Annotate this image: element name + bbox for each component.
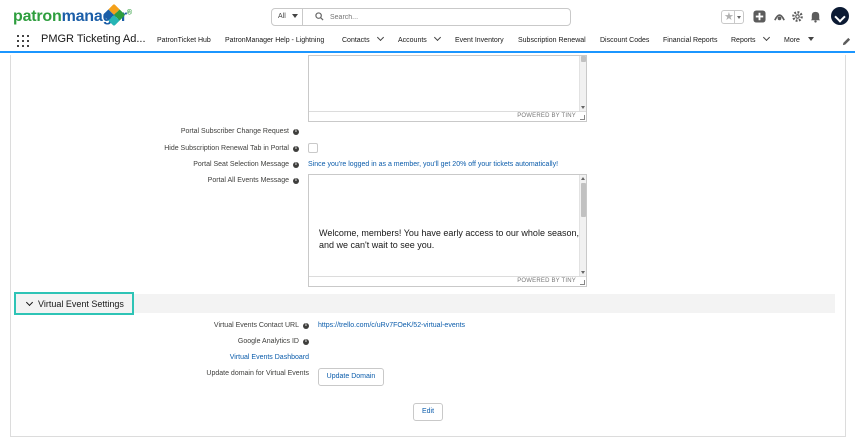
editor-scrollbar[interactable] bbox=[579, 56, 586, 111]
nav-item-accounts[interactable]: Accounts bbox=[398, 33, 441, 44]
virtual-events-dashboard-link[interactable]: Virtual Events Dashboard bbox=[230, 354, 309, 361]
nav-item-label: Discount Codes bbox=[600, 37, 650, 44]
logo-registered-mark: ® bbox=[126, 9, 132, 17]
field-label-hide-subscription-renewal-tab: Hide Subscription Renewal Tab in Portal i bbox=[164, 145, 299, 153]
user-avatar[interactable] bbox=[831, 7, 849, 25]
favorites-list-dropdown[interactable] bbox=[734, 11, 743, 23]
app-name: PMGR Ticketing Ad... bbox=[41, 33, 146, 45]
chevron-down-icon[interactable] bbox=[762, 33, 770, 42]
info-icon[interactable]: i bbox=[293, 178, 299, 184]
editor-body[interactable] bbox=[309, 56, 586, 111]
chevron-down-icon[interactable] bbox=[433, 33, 441, 42]
scroll-down-arrow-icon[interactable] bbox=[581, 106, 585, 109]
virtual-events-contact-url-link[interactable]: https://trello.com/c/uRv7FOeK/52-virtual… bbox=[318, 322, 465, 329]
nav-item-event-inventory[interactable]: Event Inventory bbox=[455, 37, 504, 44]
app-navigation-bar: PMGR Ticketing Ad... PatronTicket Hub Pa… bbox=[0, 32, 855, 53]
field-label-text: Virtual Events Contact URL bbox=[213, 322, 299, 329]
nav-item-financial-reports[interactable]: Financial Reports bbox=[663, 37, 717, 44]
portal-subscriber-message-editor[interactable]: POWERED BY TINY bbox=[308, 55, 587, 122]
field-label-update-domain: Update domain for Virtual Events bbox=[206, 370, 309, 377]
caret-down-icon bbox=[807, 37, 814, 41]
add-icon[interactable] bbox=[753, 10, 766, 23]
search-input[interactable] bbox=[330, 11, 560, 23]
field-label-portal-seat-selection-message: Portal Seat Selection Message i bbox=[193, 161, 299, 169]
powered-by-tiny-label: POWERED BY TINY bbox=[517, 113, 576, 119]
nav-item-label: More bbox=[784, 37, 800, 44]
favorites-button[interactable]: ★ bbox=[721, 10, 744, 24]
nav-item-label: Reports bbox=[731, 37, 756, 44]
editor-content-text[interactable]: Welcome, members! You have early access … bbox=[319, 227, 579, 251]
logo-text-part1: patron bbox=[13, 8, 62, 25]
portal-seat-selection-message-value: Since you're logged in as a member, you'… bbox=[308, 161, 559, 168]
field-label-google-analytics-id: Google Analytics ID i bbox=[238, 338, 309, 346]
star-icon: ★ bbox=[724, 11, 734, 23]
search-scope-label: All bbox=[278, 13, 286, 20]
section-title: Virtual Event Settings bbox=[38, 299, 124, 309]
trailhead-icon[interactable] bbox=[773, 10, 786, 23]
nav-item-label: Financial Reports bbox=[663, 37, 718, 44]
field-label-virtual-events-contact-url: Virtual Events Contact URL i bbox=[214, 322, 309, 330]
search-scope-select[interactable]: All bbox=[272, 9, 303, 25]
notification-bell-icon[interactable] bbox=[809, 10, 822, 23]
nav-item-label: Contacts bbox=[342, 37, 370, 44]
powered-by-tiny-label: POWERED BY TINY bbox=[517, 278, 576, 284]
search-icon bbox=[315, 12, 324, 21]
virtual-event-settings-section-bar bbox=[14, 294, 835, 313]
nav-item-patronmanager-help[interactable]: PatronManager Help - Lightning bbox=[225, 37, 324, 44]
resize-handle-icon[interactable] bbox=[580, 115, 585, 120]
scrollbar-thumb[interactable] bbox=[581, 183, 586, 217]
field-label-text: Portal Seat Selection Message bbox=[193, 161, 289, 168]
hide-subscription-renewal-checkbox[interactable] bbox=[308, 143, 318, 153]
scroll-up-arrow-icon[interactable] bbox=[581, 177, 585, 180]
nav-item-label: Subscription Renewal bbox=[518, 37, 586, 44]
nav-item-contacts[interactable]: Contacts bbox=[342, 33, 384, 44]
field-label-portal-all-events-message: Portal All Events Message i bbox=[208, 177, 299, 185]
nav-item-more[interactable]: More bbox=[784, 37, 814, 44]
nav-item-reports[interactable]: Reports bbox=[731, 33, 770, 44]
field-label-portal-subscriber-change-request: Portal Subscriber Change Request i bbox=[181, 128, 299, 136]
nav-item-label: PatronTicket Hub bbox=[157, 37, 211, 44]
field-label-text: Google Analytics ID bbox=[237, 338, 299, 345]
update-domain-button[interactable]: Update Domain bbox=[318, 368, 384, 386]
editor-footer: POWERED BY TINY bbox=[309, 111, 586, 121]
virtual-event-settings-section-toggle[interactable]: Virtual Event Settings bbox=[14, 292, 134, 315]
nav-item-label: PatronManager Help - Lightning bbox=[225, 37, 325, 44]
scroll-down-arrow-icon[interactable] bbox=[581, 271, 585, 274]
field-label-text: Hide Subscription Renewal Tab in Portal bbox=[164, 145, 289, 152]
chevron-down-icon bbox=[292, 14, 298, 18]
scrollbar-thumb[interactable] bbox=[581, 56, 586, 62]
info-icon[interactable]: i bbox=[303, 339, 309, 345]
nav-item-label: Event Inventory bbox=[455, 37, 504, 44]
field-label-text: Portal Subscriber Change Request bbox=[180, 128, 289, 135]
app-launcher-icon[interactable] bbox=[17, 35, 29, 47]
nav-item-subscription-renewal[interactable]: Subscription Renewal bbox=[518, 37, 586, 44]
chevron-down-icon bbox=[25, 298, 34, 307]
editor-body[interactable]: Welcome, members! You have early access … bbox=[309, 175, 586, 276]
portal-all-events-message-editor[interactable]: Welcome, members! You have early access … bbox=[308, 174, 587, 287]
global-search: All bbox=[271, 8, 571, 26]
edit-button[interactable]: Edit bbox=[413, 403, 443, 421]
chevron-down-icon[interactable] bbox=[376, 33, 384, 42]
editor-scrollbar[interactable] bbox=[579, 175, 586, 276]
info-icon[interactable]: i bbox=[303, 323, 309, 329]
global-header: patronmanager® All ★ bbox=[0, 0, 855, 32]
info-icon[interactable]: i bbox=[293, 162, 299, 168]
setup-gear-icon[interactable] bbox=[791, 10, 804, 23]
resize-handle-icon[interactable] bbox=[580, 280, 585, 285]
nav-item-patronticket-hub[interactable]: PatronTicket Hub bbox=[157, 37, 211, 44]
nav-item-label: Accounts bbox=[398, 37, 427, 44]
info-icon[interactable]: i bbox=[293, 146, 299, 152]
editor-footer: POWERED BY TINY bbox=[309, 276, 586, 286]
nav-item-discount-codes[interactable]: Discount Codes bbox=[600, 37, 649, 44]
edit-nav-pencil-icon[interactable] bbox=[842, 37, 851, 46]
field-label-text: Portal All Events Message bbox=[207, 177, 289, 184]
info-icon[interactable]: i bbox=[293, 129, 299, 135]
